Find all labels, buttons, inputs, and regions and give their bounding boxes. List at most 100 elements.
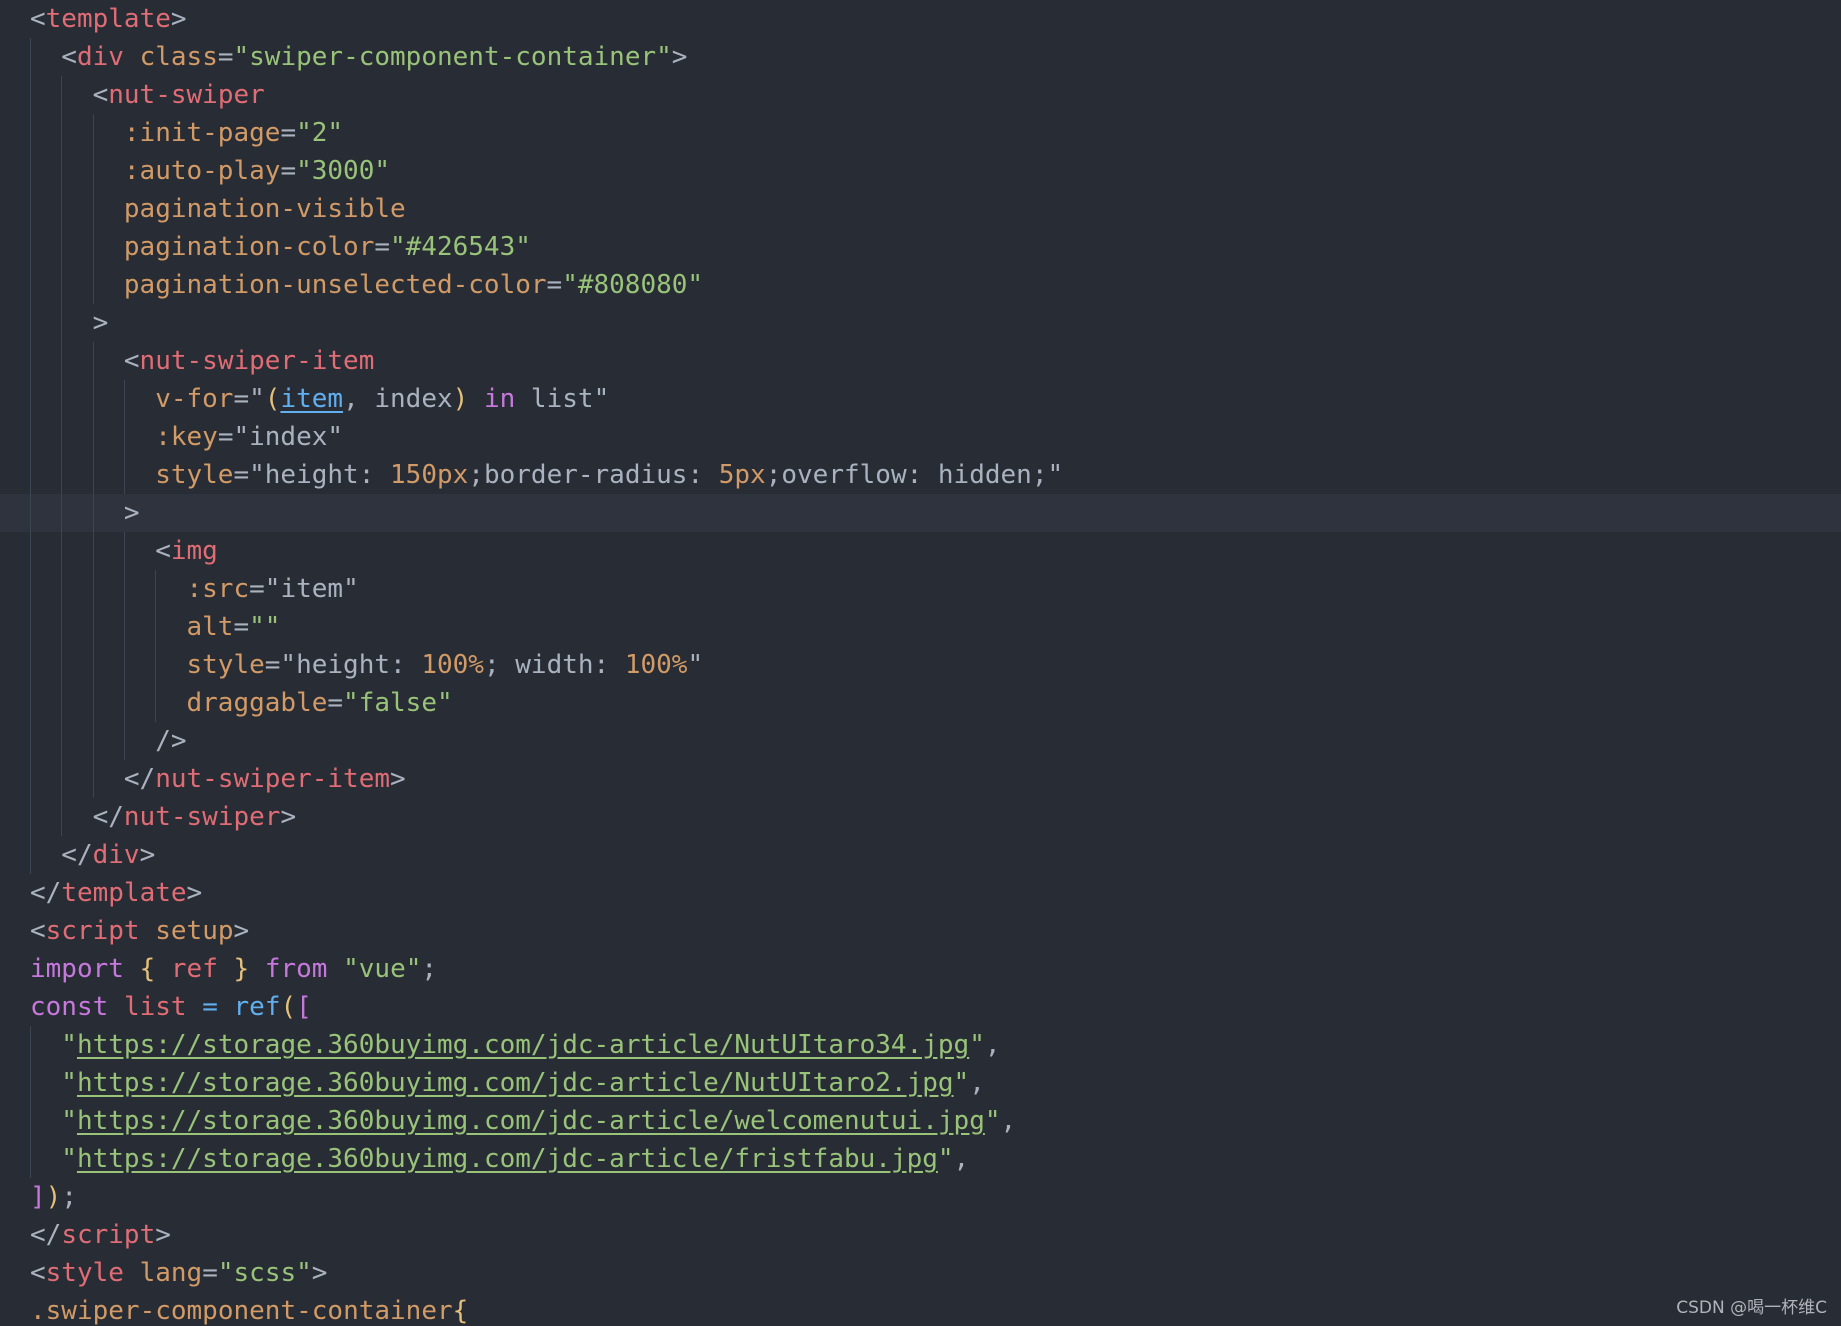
code-token: [ — [296, 992, 312, 1022]
code-token: , — [969, 1068, 985, 1098]
code-text: pagination-visible — [124, 190, 406, 228]
code-token: > — [311, 1258, 328, 1288]
code-line[interactable]: <nut-swiper — [0, 76, 1841, 114]
code-line[interactable]: </script> — [0, 1216, 1841, 1254]
code-token[interactable]: https://storage.360buyimg.com/jdc-articl… — [77, 1030, 969, 1060]
code-line[interactable]: :key="index" — [0, 418, 1841, 456]
code-text: <nut-swiper-item — [124, 342, 374, 380]
code-line[interactable]: pagination-visible — [0, 190, 1841, 228]
code-line[interactable]: </nut-swiper-item> — [0, 760, 1841, 798]
code-token: " — [969, 1030, 985, 1060]
code-token: ;border-radius: — [468, 460, 719, 490]
code-text: pagination-unselected-color="#808080" — [124, 266, 703, 304]
code-token: from — [264, 954, 328, 984]
code-line[interactable]: ]); — [0, 1178, 1841, 1216]
code-line[interactable]: "https://storage.360buyimg.com/jdc-artic… — [0, 1140, 1841, 1178]
code-line[interactable]: v-for="(item, index) in list" — [0, 380, 1841, 418]
indent-guide — [30, 380, 31, 418]
code-token: 5px — [718, 460, 766, 490]
code-line[interactable]: pagination-unselected-color="#808080" — [0, 266, 1841, 304]
indent-guide — [61, 114, 63, 152]
code-token: 100% — [624, 650, 688, 680]
code-line[interactable]: "https://storage.360buyimg.com/jdc-artic… — [0, 1064, 1841, 1102]
code-token: ; — [61, 1182, 77, 1212]
code-token: :key — [155, 422, 218, 452]
indent-guide — [30, 1102, 31, 1140]
code-token: = — [280, 118, 297, 148]
code-line[interactable]: "https://storage.360buyimg.com/jdc-artic… — [0, 1102, 1841, 1140]
code-text: "https://storage.360buyimg.com/jdc-artic… — [61, 1064, 985, 1102]
indent-guide — [123, 380, 125, 418]
code-line[interactable]: pagination-color="#426543" — [0, 228, 1841, 266]
code-token: < — [61, 42, 77, 72]
code-text: </div> — [61, 836, 155, 874]
code-line[interactable]: .swiper-component-container{ — [0, 1292, 1841, 1326]
code-token: > — [233, 916, 250, 946]
code-token[interactable]: https://storage.360buyimg.com/jdc-articl… — [77, 1106, 985, 1136]
code-token[interactable]: https://storage.360buyimg.com/jdc-articl… — [77, 1068, 954, 1098]
indent-guide — [92, 152, 94, 190]
code-text: "https://storage.360buyimg.com/jdc-artic… — [61, 1140, 969, 1178]
code-token: ; width: — [483, 650, 625, 680]
code-line[interactable]: const list = ref([ — [0, 988, 1841, 1026]
code-token: " — [984, 1106, 1001, 1136]
code-token: = — [217, 42, 234, 72]
code-line[interactable]: alt="" — [0, 608, 1841, 646]
code-token: " — [61, 1144, 77, 1174]
code-line[interactable]: :src="item" — [0, 570, 1841, 608]
code-token: :src — [186, 574, 250, 604]
code-token: ref — [170, 954, 218, 984]
indent-guide — [155, 646, 157, 684]
code-token: ) — [452, 384, 469, 414]
indent-guide — [92, 380, 94, 418]
code-editor[interactable]: <template> <div class="swiper-component-c… — [0, 0, 1841, 1326]
code-token: > — [123, 498, 140, 528]
code-text: :init-page="2" — [124, 114, 343, 152]
code-token: = — [202, 992, 218, 1022]
code-line[interactable]: /> — [0, 722, 1841, 760]
indent-guide — [123, 532, 125, 570]
csdn-watermark: CSDN @喝一杯维C — [1676, 1298, 1827, 1318]
code-line[interactable]: </nut-swiper> — [0, 798, 1841, 836]
code-text: ]); — [30, 1178, 77, 1216]
code-token: setup — [139, 916, 234, 946]
code-line[interactable]: > — [0, 304, 1841, 342]
code-line[interactable]: "https://storage.360buyimg.com/jdc-artic… — [0, 1026, 1841, 1064]
code-line[interactable]: <style lang="scss"> — [0, 1254, 1841, 1292]
code-line[interactable]: <img — [0, 532, 1841, 570]
code-token: = — [233, 612, 250, 642]
code-token[interactable]: https://storage.360buyimg.com/jdc-articl… — [77, 1144, 938, 1174]
indent-guide — [123, 456, 125, 494]
code-token: ref — [233, 992, 281, 1022]
code-token: style — [45, 1258, 124, 1288]
code-line[interactable]: draggable="false" — [0, 684, 1841, 722]
code-line[interactable]: :init-page="2" — [0, 114, 1841, 152]
code-token: } — [233, 954, 250, 984]
code-token: " — [593, 384, 610, 414]
code-line[interactable]: > — [0, 494, 1841, 532]
code-line[interactable]: <div class="swiper-component-container"> — [0, 38, 1841, 76]
code-token: style — [155, 460, 234, 490]
indent-guide — [155, 684, 157, 722]
code-line[interactable]: <nut-swiper-item — [0, 342, 1841, 380]
code-line[interactable]: :auto-play="3000" — [0, 152, 1841, 190]
code-token: 100% — [421, 650, 484, 680]
code-line[interactable]: <script setup> — [0, 912, 1841, 950]
code-token[interactable]: item — [280, 384, 343, 414]
code-line[interactable]: </div> — [0, 836, 1841, 874]
indent-guide — [61, 228, 63, 266]
indent-guide — [30, 1026, 31, 1064]
code-token: img — [170, 536, 218, 566]
code-token: </ — [30, 1220, 62, 1250]
code-text: <script setup> — [30, 912, 249, 950]
indent-guide — [61, 532, 63, 570]
code-token: = — [374, 232, 390, 262]
code-line[interactable]: <template> — [0, 0, 1841, 38]
code-line[interactable]: style="height: 100%; width: 100%" — [0, 646, 1841, 684]
code-line[interactable]: style="height: 150px;border-radius: 5px;… — [0, 456, 1841, 494]
code-token: style — [186, 650, 265, 680]
code-line[interactable]: import { ref } from "vue"; — [0, 950, 1841, 988]
indent-guide — [61, 494, 63, 532]
code-line[interactable]: </template> — [0, 874, 1841, 912]
code-token: > — [186, 878, 203, 908]
